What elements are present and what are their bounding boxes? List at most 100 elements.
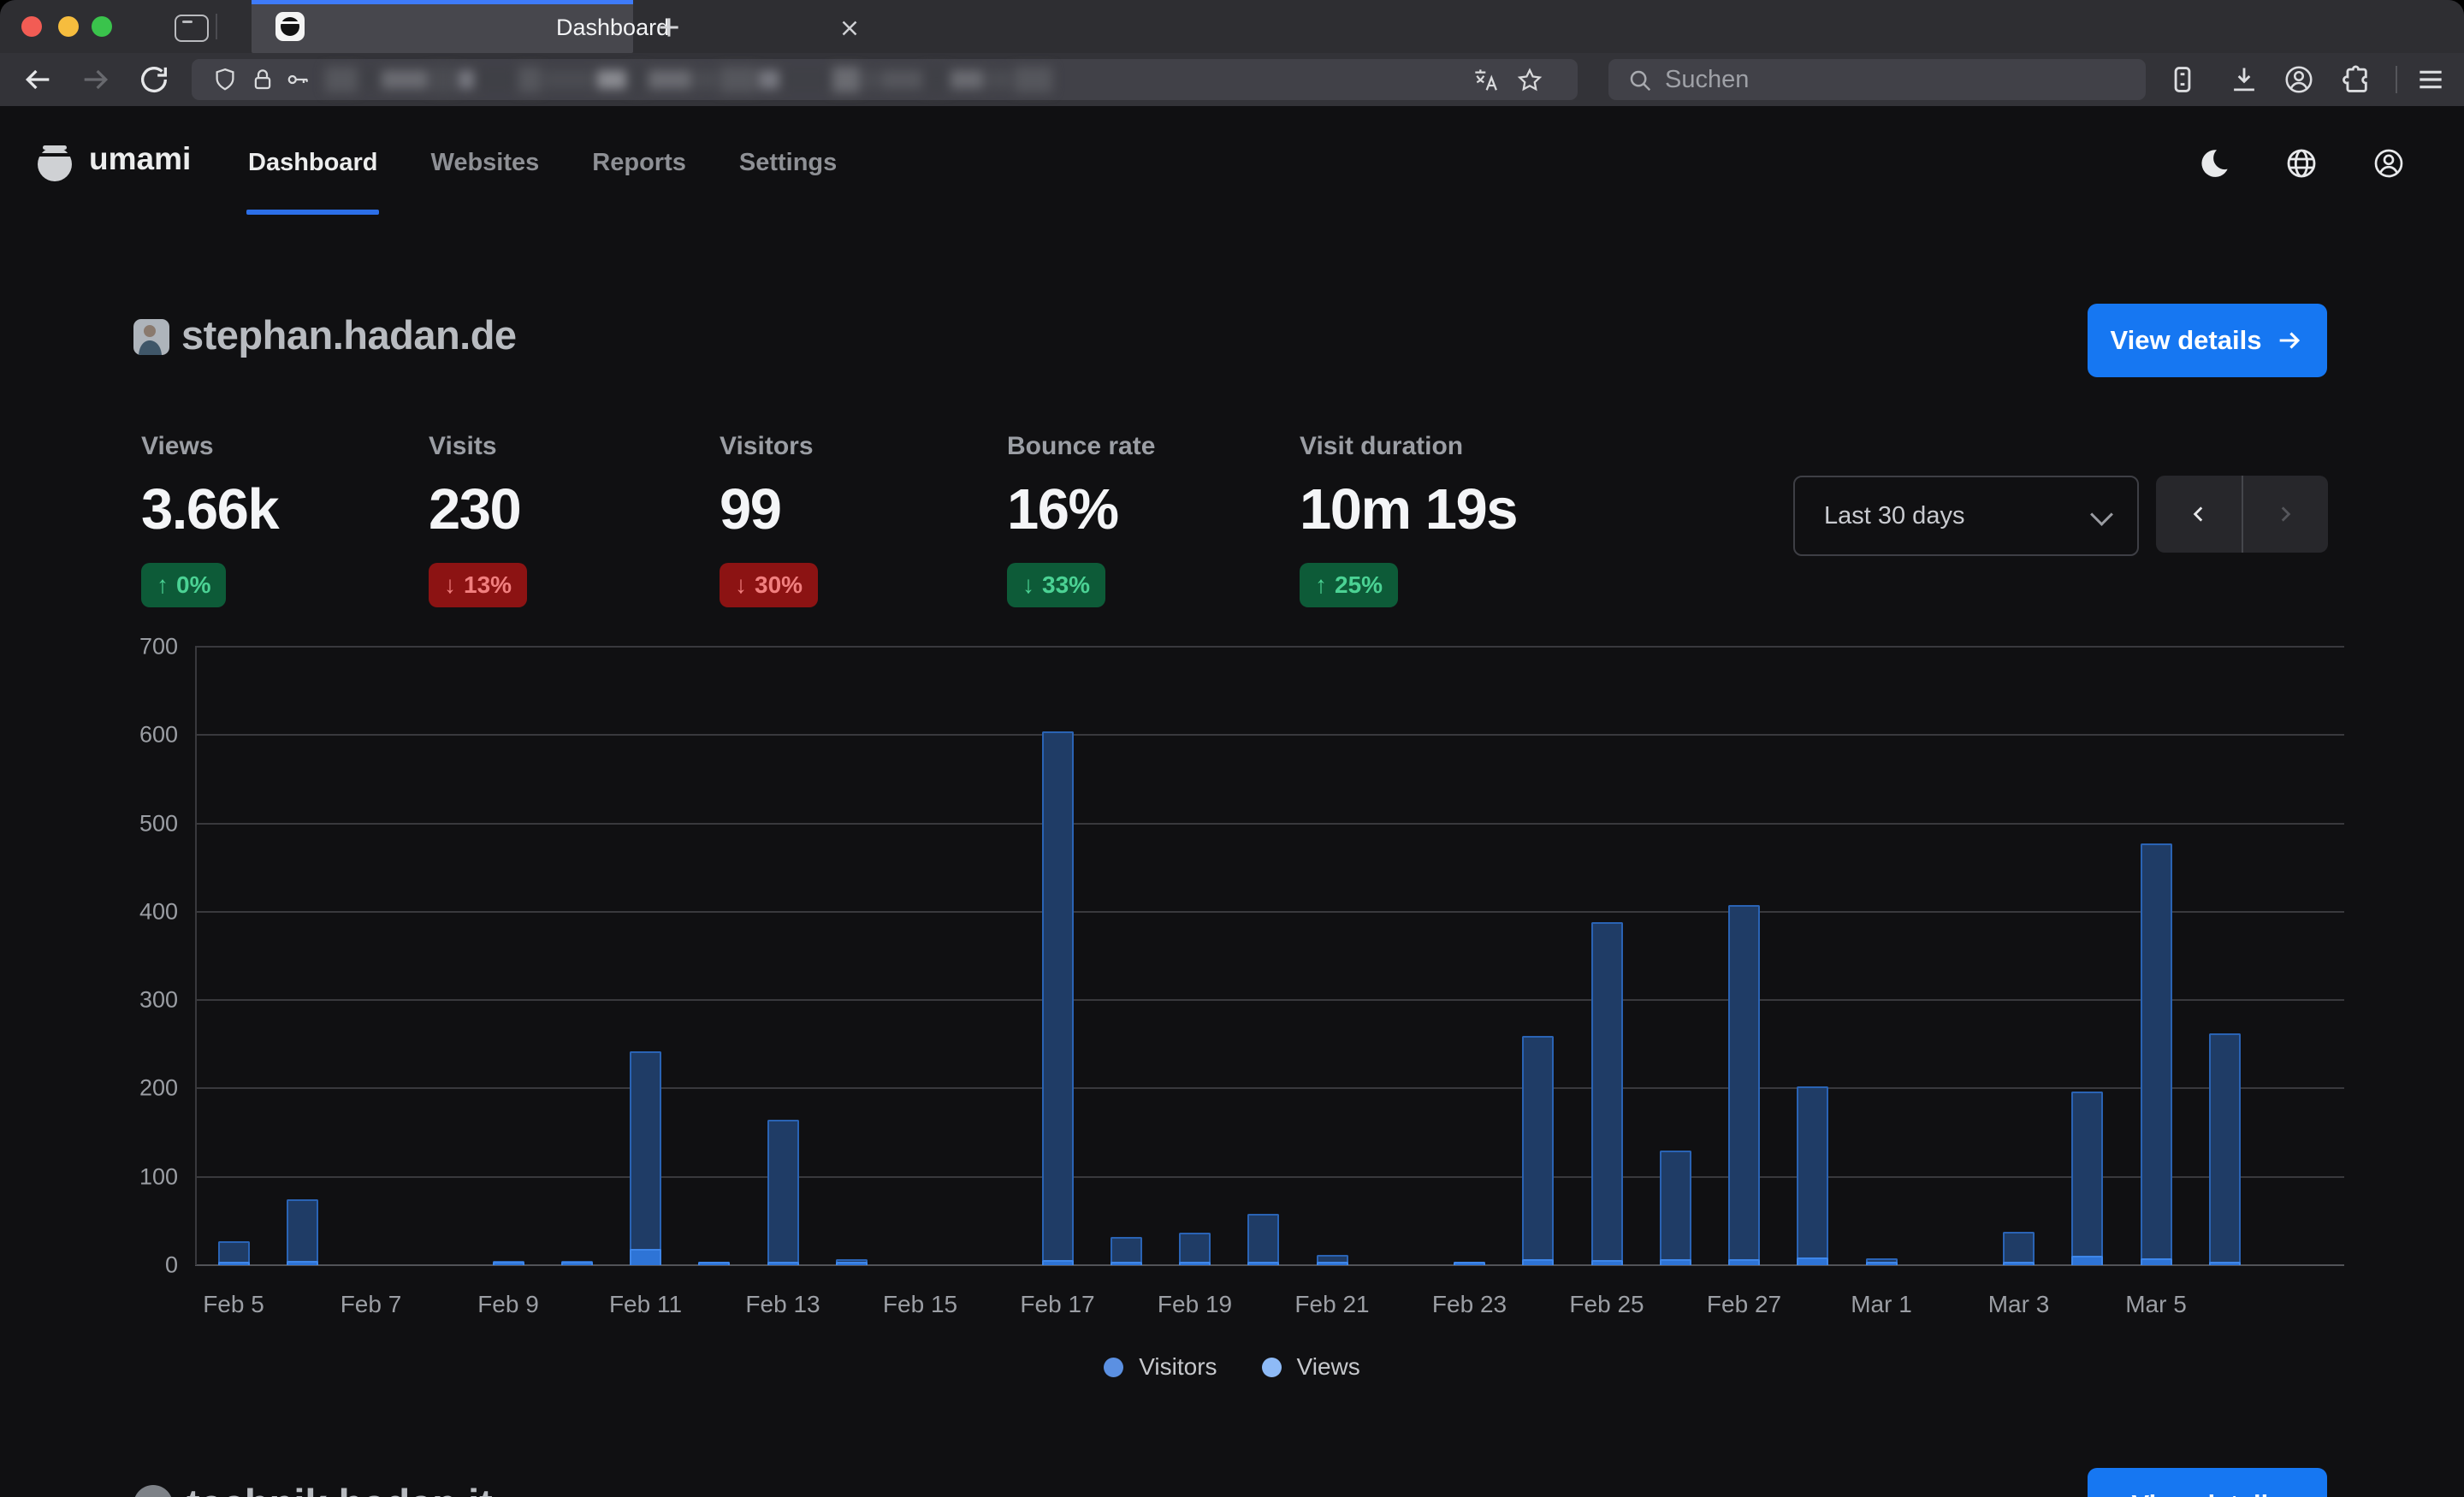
menu-icon[interactable] — [2414, 63, 2447, 96]
y-axis-label: 400 — [118, 898, 178, 925]
visitors-bar — [1522, 1259, 1554, 1265]
nav-item-reports[interactable]: Reports — [590, 106, 688, 220]
views-bar — [767, 1120, 799, 1265]
close-tab-icon[interactable] — [837, 15, 862, 41]
y-axis-label: 100 — [118, 1163, 178, 1190]
downloads-icon[interactable] — [2228, 63, 2260, 96]
site-favicon — [133, 319, 169, 355]
visitors-bar — [493, 1262, 524, 1265]
views-bar — [1247, 1214, 1279, 1265]
shield-icon[interactable] — [212, 67, 238, 92]
lock-icon[interactable] — [250, 67, 275, 92]
views-bar — [2071, 1092, 2103, 1265]
x-axis-label: Feb 11 — [609, 1291, 682, 1318]
gridline-400 — [195, 911, 2344, 913]
visitors-bar — [1042, 1260, 1074, 1265]
chevron-down-icon — [2090, 503, 2113, 526]
x-axis-label: Feb 21 — [1294, 1291, 1369, 1318]
views-bar — [1797, 1086, 1828, 1265]
legend-item-visitors[interactable]: Visitors — [1104, 1353, 1217, 1381]
metric-label: Visits — [429, 432, 527, 461]
minimize-window-button[interactable] — [58, 16, 79, 37]
zoom-window-button[interactable] — [92, 16, 112, 37]
chevron-left-icon — [2188, 503, 2210, 525]
key-permission-icon[interactable] — [284, 67, 311, 92]
y-axis-label: 0 — [118, 1252, 178, 1279]
views-bar — [2209, 1033, 2241, 1265]
browser-tab[interactable]: Dashboard | Umami — [252, 0, 633, 53]
x-axis-label: Feb 5 — [203, 1291, 264, 1318]
account-icon[interactable] — [2283, 63, 2315, 96]
language-button[interactable] — [2283, 145, 2320, 182]
reload-icon[interactable] — [137, 62, 171, 97]
next-view-details-button[interactable]: View details — [2088, 1468, 2327, 1497]
search-bar[interactable]: Suchen — [1608, 59, 2146, 100]
date-range-select[interactable]: Last 30 days — [1793, 476, 2139, 556]
visitors-bar — [1591, 1260, 1623, 1265]
visitors-bar — [836, 1262, 868, 1265]
views-bar — [1660, 1151, 1691, 1265]
visitors-bar — [1660, 1259, 1691, 1265]
metric-label: Visitors — [720, 432, 818, 461]
visitors-bar — [1247, 1262, 1279, 1265]
views-bar — [630, 1051, 661, 1265]
site-title: stephan.hadan.de — [181, 311, 517, 358]
y-axis-line — [195, 647, 197, 1265]
previous-period-button[interactable] — [2156, 476, 2242, 553]
arrow-up-icon: ↑ — [1315, 571, 1327, 599]
chevron-right-icon — [2274, 503, 2296, 525]
sidebar-tabs-icon[interactable] — [2166, 63, 2199, 96]
extensions-icon[interactable] — [2341, 63, 2373, 96]
arrow-down-icon: ↓ — [1022, 571, 1034, 599]
profile-button[interactable] — [2370, 145, 2408, 182]
search-icon — [1627, 68, 1653, 93]
new-tab-icon[interactable] — [655, 14, 683, 41]
bookmark-star-icon[interactable] — [1516, 67, 1543, 94]
y-axis-label: 200 — [118, 1075, 178, 1102]
brand-name[interactable]: umami — [89, 141, 191, 177]
views-bar — [1179, 1233, 1211, 1265]
metric-visits: Visits230↓13% — [429, 432, 527, 607]
tab-bar: Dashboard | Umami — [0, 0, 2464, 53]
nav-item-settings[interactable]: Settings — [737, 106, 838, 220]
back-icon[interactable] — [21, 62, 55, 97]
divider — [216, 14, 217, 39]
metric-label: Visit duration — [1300, 432, 1517, 461]
x-axis-label: Feb 23 — [1432, 1291, 1507, 1318]
y-axis-label: 700 — [118, 634, 178, 660]
metric-change-badge: ↑0% — [141, 563, 226, 607]
x-axis-label: Mar 1 — [1851, 1291, 1912, 1318]
umami-logo[interactable] — [34, 142, 75, 183]
views-bar — [287, 1199, 318, 1265]
x-axis-label: Feb 7 — [341, 1291, 402, 1318]
url-bar[interactable] — [192, 59, 1578, 100]
legend-item-views[interactable]: Views — [1262, 1353, 1360, 1381]
nav-item-websites[interactable]: Websites — [429, 106, 541, 220]
redacted-url — [325, 66, 1052, 93]
x-axis-label: Feb 19 — [1158, 1291, 1232, 1318]
theme-toggle[interactable] — [2195, 145, 2233, 182]
nav-item-dashboard[interactable]: Dashboard — [246, 106, 379, 220]
views-bar — [1042, 731, 1074, 1265]
view-details-label: View details — [2132, 1489, 2283, 1497]
gridline-300 — [195, 999, 2344, 1001]
translate-icon[interactable] — [1472, 67, 1501, 94]
next-period-button[interactable] — [2243, 476, 2329, 553]
visitors-bar — [767, 1262, 799, 1265]
gridline-500 — [195, 823, 2344, 825]
metric-visit-duration: Visit duration10m 19s↑25% — [1300, 432, 1517, 607]
view-details-button[interactable]: View details — [2088, 304, 2327, 377]
metric-value: 230 — [429, 476, 527, 542]
metric-label: Views — [141, 432, 278, 461]
forward-icon[interactable] — [79, 62, 113, 97]
visitors-bar — [287, 1261, 318, 1265]
arrow-down-icon: ↓ — [735, 571, 747, 599]
firefox-view-icon[interactable] — [175, 15, 209, 42]
view-details-label: View details — [2111, 325, 2262, 356]
next-site-favicon — [133, 1485, 173, 1497]
gridline-200 — [195, 1087, 2344, 1089]
y-axis-label: 500 — [118, 810, 178, 837]
next-site-title: technik.hadan.it — [187, 1480, 493, 1497]
close-window-button[interactable] — [21, 16, 42, 37]
views-bar — [1591, 922, 1623, 1265]
